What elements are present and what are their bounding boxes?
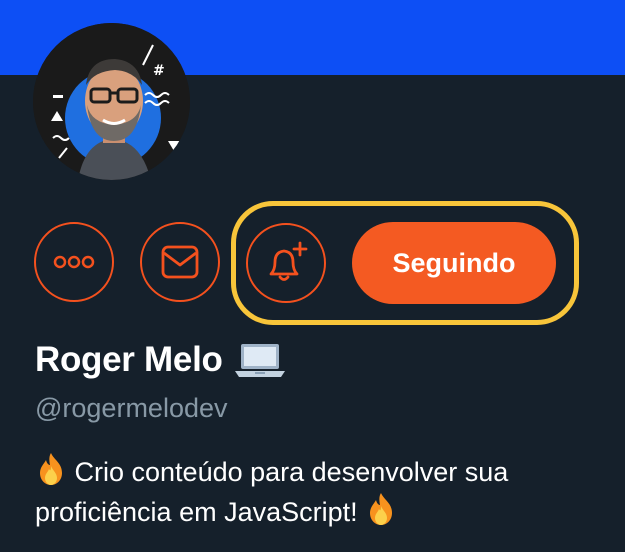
- more-dots-icon: [53, 255, 95, 269]
- following-button[interactable]: Seguindo: [352, 222, 556, 304]
- message-button[interactable]: [140, 222, 220, 302]
- mail-icon: [161, 245, 199, 279]
- bio-text-line-2: proficiência em JavaScript!: [35, 497, 358, 527]
- bell-plus-icon: [269, 241, 308, 281]
- laptop-icon: [234, 344, 285, 377]
- fire-icon: [370, 493, 393, 525]
- profile-handle: @rogermelodev: [35, 393, 228, 423]
- avatar[interactable]: #: [33, 23, 190, 180]
- notifications-button[interactable]: [246, 223, 326, 303]
- fire-icon: [40, 453, 62, 485]
- bio-line-1: Crio conteúdo para desenvolver sua: [35, 452, 605, 492]
- following-button-label: Seguindo: [392, 247, 516, 278]
- profile-bio: Crio conteúdo para desenvolver sua profi…: [35, 452, 605, 532]
- bio-line-2: proficiência em JavaScript!: [35, 492, 605, 532]
- display-name: Roger Melo: [35, 340, 223, 379]
- svg-text:#: #: [153, 63, 165, 79]
- bio-text-line-1: Crio conteúdo para desenvolver sua: [74, 457, 509, 487]
- profile-name-row: Roger Melo: [35, 340, 287, 380]
- more-options-button[interactable]: [34, 222, 114, 302]
